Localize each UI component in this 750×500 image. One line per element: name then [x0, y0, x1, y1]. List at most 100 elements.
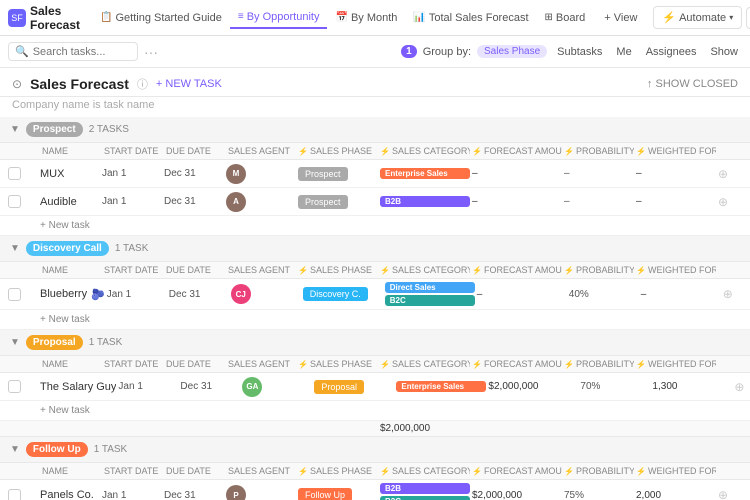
- phase-badge: Discovery C.: [303, 287, 368, 301]
- category-cell: B2B B2C: [380, 483, 470, 500]
- group-task-count-discovery: 1 TASK: [115, 243, 149, 254]
- more-options-icon[interactable]: ···: [144, 44, 158, 60]
- task-name-text: MUX: [40, 168, 64, 180]
- page-title: Sales Forecast: [30, 76, 129, 92]
- row-more-icon[interactable]: ⊕: [734, 380, 750, 394]
- col-header-4: SALES AGENT: [226, 359, 296, 369]
- nav-tab-by-month[interactable]: 📅By Month: [327, 8, 405, 28]
- agent-avatar-cell: GA: [242, 377, 312, 397]
- task-checkbox[interactable]: [8, 489, 21, 500]
- due-date: Dec 31: [180, 381, 240, 392]
- phase-badge: Prospect: [298, 195, 348, 209]
- company-note: Company name is task name: [0, 97, 750, 117]
- agent-avatar: P: [226, 485, 246, 500]
- col-header-6: ⚡SALES CATEGORY: [380, 466, 470, 476]
- row-more-icon[interactable]: ⊕: [723, 287, 747, 301]
- start-date: Jan 1: [102, 490, 162, 500]
- category-badge: B2C: [380, 496, 470, 500]
- subtotal-amount: $2,000,000: [380, 423, 470, 434]
- task-checkbox[interactable]: [8, 380, 21, 393]
- col-header-8: ⚡PROBABILITY: [564, 466, 634, 476]
- category-badge: Enterprise Sales: [396, 381, 486, 392]
- automate-button[interactable]: ⚡ Automate ▾: [653, 6, 742, 29]
- col-header-7: ⚡FORECAST AMOUNT: [472, 359, 562, 369]
- nav-tab-getting-started-guide[interactable]: 📋Getting Started Guide: [92, 8, 230, 28]
- group-prospect: ▼ Prospect 2 TASKS NAME START DATE DUE D…: [0, 117, 750, 236]
- col-header-5: ⚡SALES PHASE: [298, 146, 378, 156]
- row-more-icon[interactable]: ⊕: [718, 167, 742, 181]
- category-badge: B2B: [380, 483, 470, 494]
- add-task-button[interactable]: + New task: [0, 401, 750, 421]
- page-header: ⊙ Sales Forecast ⓘ + NEW TASK ↑ SHOW CLO…: [0, 68, 750, 97]
- add-task-button[interactable]: + New task: [0, 216, 750, 236]
- forecast-amount: $2,000,000: [488, 381, 578, 392]
- col-headers-followup: NAME START DATE DUE DATE SALES AGENT ⚡SA…: [0, 463, 750, 480]
- group-toggle-discovery[interactable]: ▼: [10, 243, 20, 254]
- col-header-3: DUE DATE: [164, 359, 224, 369]
- group-toggle-followup[interactable]: ▼: [10, 444, 20, 455]
- share-button[interactable]: ↑ Share: [746, 7, 750, 29]
- filter-badge[interactable]: 1: [401, 45, 417, 58]
- task-checkbox[interactable]: [8, 167, 21, 180]
- nav-tab-+-view[interactable]: + View: [593, 8, 645, 28]
- toolbar: 🔍 ··· 1 Group by: Sales Phase Subtasks M…: [0, 36, 750, 68]
- category-badge: Direct Sales: [385, 282, 475, 293]
- sales-phase-pill[interactable]: Sales Phase: [477, 45, 547, 58]
- phase-cell: Prospect: [298, 196, 378, 208]
- category-badge: B2C: [385, 295, 475, 306]
- col-header-6: ⚡SALES CATEGORY: [380, 146, 470, 156]
- automate-icon: ⚡: [662, 11, 676, 24]
- app-icon: SF: [8, 9, 26, 27]
- col-header-2: START DATE: [102, 265, 162, 275]
- search-input[interactable]: [33, 46, 133, 58]
- col-header-4: SALES AGENT: [226, 265, 296, 275]
- nav-tab-board[interactable]: ⊞Board: [537, 8, 594, 28]
- weighted-forecast: 2,000: [636, 490, 716, 500]
- nav-tab-total-sales-forecast[interactable]: 📊Total Sales Forecast: [405, 8, 536, 28]
- weighted-forecast: –: [641, 289, 721, 300]
- task-row: Audible Jan 1 Dec 31 A Prospect B2B – – …: [0, 188, 750, 216]
- group-proposal: ▼ Proposal 1 TASK NAME START DATE DUE DA…: [0, 330, 750, 437]
- col-header-8: ⚡PROBABILITY: [564, 265, 634, 275]
- phase-cell: Follow Up: [298, 489, 378, 500]
- show-closed-button[interactable]: ↑ SHOW CLOSED: [647, 78, 738, 90]
- app-container: SF Sales Forecast 📋Getting Started Guide…: [0, 0, 750, 500]
- task-row: The Salary Guy Jan 1 Dec 31 GA Proposal …: [0, 373, 750, 401]
- task-checkbox[interactable]: [8, 288, 21, 301]
- probability: –: [564, 168, 634, 179]
- agent-avatar-cell: CJ: [231, 284, 301, 304]
- col-header-1: NAME: [40, 359, 100, 369]
- phase-cell: Discovery C.: [303, 288, 383, 300]
- nav-tabs: 📋Getting Started Guide≡By Opportunity📅By…: [92, 7, 645, 29]
- weighted-forecast: 1,300: [652, 381, 732, 392]
- probability: 40%: [569, 289, 639, 300]
- show-button[interactable]: Show: [706, 44, 742, 60]
- task-checkbox[interactable]: [8, 195, 21, 208]
- assignees-button[interactable]: Assignees: [642, 44, 701, 60]
- category-cell: Enterprise Sales: [380, 168, 470, 179]
- category-cell: Enterprise Sales: [396, 381, 486, 392]
- me-button[interactable]: Me: [612, 44, 635, 60]
- agent-avatar: A: [226, 192, 246, 212]
- category-cell: B2B: [380, 196, 470, 207]
- group-toggle-proposal[interactable]: ▼: [10, 337, 20, 348]
- new-task-button[interactable]: + NEW TASK: [156, 78, 222, 90]
- group-task-count-prospect: 2 TASKS: [89, 124, 129, 135]
- group-task-count-proposal: 1 TASK: [89, 337, 123, 348]
- search-icon: 🔍: [15, 45, 29, 58]
- search-box[interactable]: 🔍: [8, 42, 138, 61]
- task-name-text: Audible: [40, 196, 77, 208]
- col-headers-discovery: NAME START DATE DUE DATE SALES AGENT ⚡SA…: [0, 262, 750, 279]
- add-task-button[interactable]: + New task: [0, 310, 750, 330]
- tab-icon: ⊞: [545, 12, 553, 23]
- collapse-icon[interactable]: ⊙: [12, 77, 22, 91]
- probability: –: [564, 196, 634, 207]
- subtasks-button[interactable]: Subtasks: [553, 44, 606, 60]
- col-header-5: ⚡SALES PHASE: [298, 359, 378, 369]
- row-more-icon[interactable]: ⊕: [718, 488, 742, 500]
- group-toggle-prospect[interactable]: ▼: [10, 124, 20, 135]
- nav-tab-by-opportunity[interactable]: ≡By Opportunity: [230, 7, 328, 29]
- col-header-1: NAME: [40, 146, 100, 156]
- group-header-proposal: ▼ Proposal 1 TASK: [0, 330, 750, 356]
- row-more-icon[interactable]: ⊕: [718, 195, 742, 209]
